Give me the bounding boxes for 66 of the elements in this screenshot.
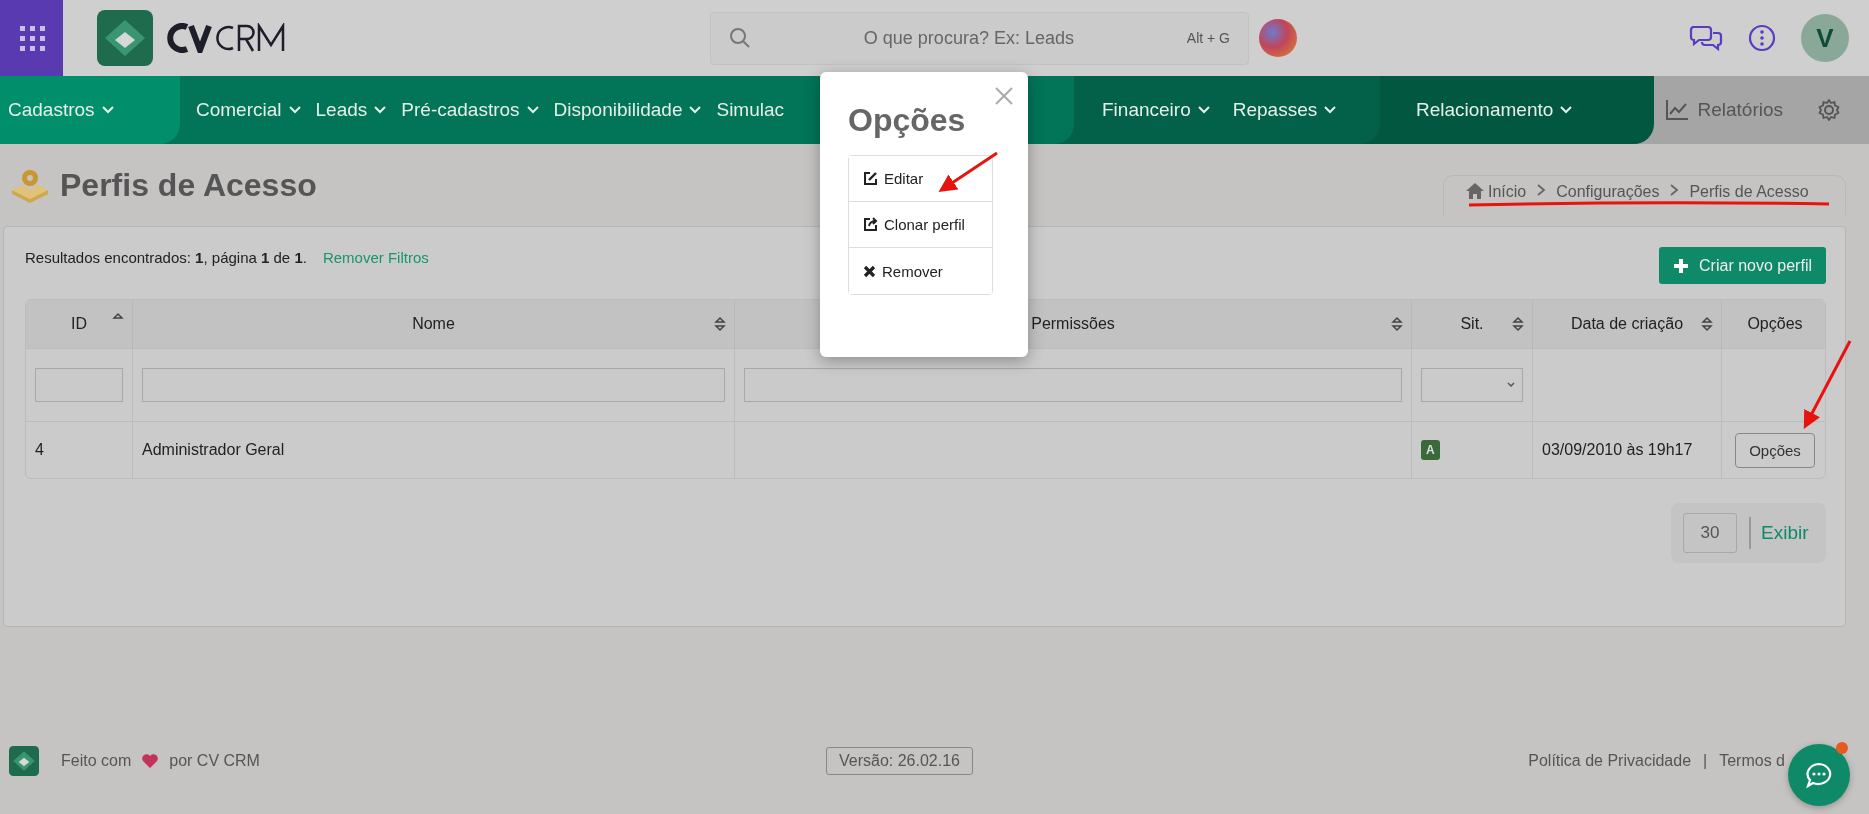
grid-icon: [17, 24, 46, 52]
home-icon: [1466, 183, 1484, 199]
page-title: Perfis de Acesso: [60, 166, 317, 204]
table-cell: Administrador Geral: [142, 441, 285, 459]
column-header[interactable]: Data de criação: [1533, 300, 1722, 348]
nav-menu-item[interactable]: Leads: [315, 99, 388, 121]
footer-text: Feito com: [61, 751, 132, 770]
edit-icon: [863, 171, 878, 186]
chat-icon[interactable]: [1689, 23, 1723, 53]
menu-option[interactable]: Editar: [849, 156, 992, 202]
remove-icon: [863, 264, 876, 278]
nav-menu-item[interactable]: Cadastros: [8, 99, 115, 121]
page-size-field[interactable]: 30: [1683, 513, 1737, 553]
close-icon[interactable]: [994, 86, 1014, 106]
footer-link[interactable]: Política de Privacidade: [1528, 751, 1692, 770]
line-chart-icon: [1665, 99, 1690, 121]
breadcrumb-link[interactable]: Perfis de Acesso: [1689, 183, 1809, 201]
separator-text: |: [1703, 751, 1708, 770]
breadcrumb-link[interactable]: Configurações: [1556, 183, 1660, 201]
chat-button[interactable]: [1788, 744, 1850, 806]
results-summary: Resultados encontrados: 1, página 1 de 1.: [25, 249, 307, 266]
chevron-right-icon: [1669, 183, 1680, 197]
nav-menu-item[interactable]: Repasses: [1232, 99, 1338, 121]
dialog-title: Opções: [848, 102, 967, 139]
column-header[interactable]: Nome: [133, 300, 735, 348]
status-badge: A: [1421, 440, 1440, 460]
filter-input[interactable]: [142, 368, 725, 402]
user-avatar[interactable]: V: [1801, 14, 1849, 62]
nav-menu-item[interactable]: Relacionamento: [1416, 99, 1574, 121]
annotation-arrow: [938, 151, 998, 192]
notification-dot: [1836, 742, 1848, 754]
shortcut-hint: Alt + G: [1186, 30, 1230, 46]
footer-link[interactable]: Termos d: [1719, 751, 1785, 770]
logo-icon: [9, 745, 39, 776]
chevron-down-icon: [1506, 381, 1516, 389]
nav-menu-item[interactable]: Comercial: [196, 99, 302, 121]
search-icon: [729, 27, 751, 49]
search-field[interactable]: O que procura? Ex: Leads: [765, 26, 1173, 50]
plus-icon: [1673, 257, 1690, 274]
filter-input[interactable]: [35, 368, 123, 402]
column-header[interactable]: ID: [26, 300, 133, 348]
column-header[interactable]: Opções: [1722, 300, 1825, 348]
assistant-icon[interactable]: [1259, 19, 1297, 57]
settings-icon[interactable]: [1817, 98, 1841, 122]
options-button[interactable]: Opções: [1735, 432, 1815, 468]
more-options-icon[interactable]: [1747, 23, 1777, 53]
create-profile-button[interactable]: Criar novo perfil: [1659, 247, 1826, 284]
apps-menu-button[interactable]: [0, 0, 63, 76]
table-cell: 4: [35, 441, 44, 459]
column-header[interactable]: Sit.: [1412, 300, 1533, 348]
nav-menu-item[interactable]: Financeiro: [1102, 99, 1211, 121]
share-icon: [863, 217, 878, 232]
breadcrumb-link[interactable]: Início: [1488, 183, 1527, 201]
version-badge: Versão: 26.02.16: [826, 746, 973, 775]
nav-menu-item[interactable]: Simulac: [716, 99, 785, 121]
chat-bubble-icon: [1805, 762, 1833, 788]
nav-menu-item[interactable]: Disponibilidade: [553, 99, 703, 121]
reports-link[interactable]: Relatórios: [1659, 98, 1789, 122]
nav-menu-item[interactable]: Pré-cadastros: [401, 99, 540, 121]
filter-input[interactable]: [744, 368, 1402, 402]
heart-icon: [141, 752, 160, 769]
table-cell: 03/09/2010 às 19h17: [1542, 441, 1693, 459]
logo-icon: [97, 10, 153, 66]
footer-text: por CV CRM: [169, 751, 260, 770]
search-bar[interactable]: O que procura? Ex: Leads Alt + G: [710, 11, 1249, 65]
chevron-right-icon: [1536, 183, 1547, 197]
